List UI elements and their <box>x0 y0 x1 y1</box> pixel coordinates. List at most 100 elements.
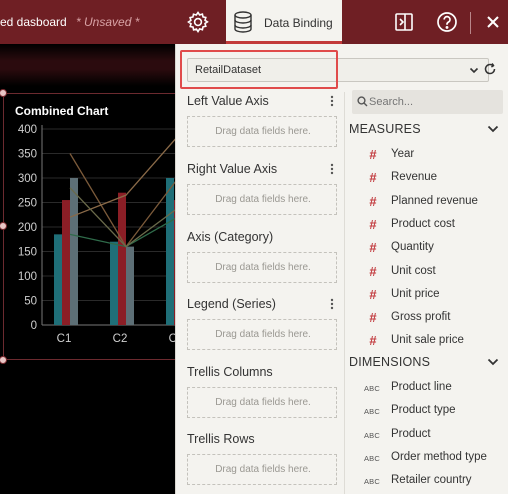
y-tick-label: 400 <box>18 124 37 136</box>
close-icon[interactable] <box>480 0 506 44</box>
y-tick-label: 350 <box>18 149 37 161</box>
search-input[interactable] <box>369 94 497 110</box>
chevron-down-icon <box>487 125 499 133</box>
dimension-field[interactable]: ABC Product type <box>352 403 502 421</box>
drop-zone-hint: Drag data fields here. <box>215 397 311 408</box>
x-tick-label: C2 <box>113 333 128 345</box>
y-tick-label: 0 <box>31 320 37 332</box>
dimension-icon: ABC <box>363 384 381 393</box>
dimension-icon: ABC <box>363 453 381 463</box>
binding-label: Left Value Axis <box>187 94 269 108</box>
measure-field[interactable]: # Unit cost <box>352 264 502 282</box>
dimensions-header[interactable]: DIMENSIONS <box>349 355 499 369</box>
bar <box>62 200 70 325</box>
database-icon <box>234 11 252 33</box>
dimension-field[interactable]: ABC Order method type <box>352 450 502 468</box>
field-name: Revenue <box>391 171 438 184</box>
unsaved-indicator: * Unsaved * <box>76 15 140 29</box>
measure-field[interactable]: # Quantity <box>352 240 502 258</box>
field-name: Year <box>391 148 415 160</box>
measure-icon: # <box>369 240 377 256</box>
bar <box>54 234 62 325</box>
measure-field[interactable]: # Unit price <box>352 287 502 305</box>
measure-icon: # <box>369 193 377 209</box>
measure-field[interactable]: # Product cost <box>352 217 502 235</box>
binding-legend-series: Legend (Series) Drag data fields here. <box>187 297 337 350</box>
dimension-icon: ABC <box>363 430 381 440</box>
measure-icon: # <box>369 310 377 326</box>
measure-field[interactable]: # Revenue <box>352 170 502 188</box>
drop-zone-hint: Drag data fields here. <box>215 329 311 340</box>
dimension-icon: ABC <box>363 407 381 417</box>
measure-icon: # <box>369 216 377 232</box>
help-icon[interactable] <box>432 0 462 44</box>
field-name: Quantity <box>391 241 434 254</box>
field-name: Product type <box>391 404 456 417</box>
settings-gear-icon[interactable] <box>180 0 216 44</box>
dimension-field[interactable]: ABC Product line <box>352 380 502 398</box>
field-name: Unit price <box>391 287 440 300</box>
drop-zone[interactable]: Drag data fields here. <box>187 454 337 485</box>
tab-data-binding[interactable]: Data Binding <box>226 0 342 44</box>
data-binding-panel: RetailDataset Left Value Axis Drag data … <box>175 44 508 494</box>
dataset-highlight-box <box>180 50 338 89</box>
y-tick-label: 250 <box>18 198 37 210</box>
tab-data-binding-label: Data Binding <box>264 16 333 30</box>
dimension-field[interactable]: ABC Retailer country <box>352 473 502 491</box>
drop-zone-hint: Drag data fields here. <box>215 194 311 205</box>
combined-chart: 400350300250200150100500C1C2C3 <box>18 124 180 345</box>
measures-title: MEASURES <box>349 122 421 136</box>
field-name: Product <box>391 427 431 440</box>
drop-zone-hint: Drag data fields here. <box>215 262 311 273</box>
refresh-icon[interactable] <box>483 62 497 76</box>
field-name: Gross profit <box>391 311 451 324</box>
measures-header[interactable]: MEASURES <box>349 122 499 136</box>
drop-zone[interactable]: Drag data fields here. <box>187 116 337 147</box>
binding-right-value-axis: Right Value Axis Drag data fields here. <box>187 162 337 215</box>
field-name: Unit cost <box>391 264 436 277</box>
measure-field[interactable]: # Unit sale price <box>352 333 502 351</box>
bar <box>118 192 126 325</box>
field-name: Retailer country <box>391 474 472 487</box>
binding-label: Trellis Rows <box>187 432 255 446</box>
canvas-band <box>0 44 180 86</box>
toolbar-divider <box>470 12 471 34</box>
measure-field[interactable]: # Year <box>352 147 502 165</box>
bar <box>110 241 118 325</box>
dashboard-title[interactable]: ed dasboard <box>0 15 67 29</box>
measure-icon: # <box>369 286 377 302</box>
binding-label: Trellis Columns <box>187 365 273 379</box>
field-search[interactable] <box>352 90 503 114</box>
x-tick-label: C1 <box>57 333 72 345</box>
measure-icon: # <box>369 263 377 279</box>
drop-zone[interactable]: Drag data fields here. <box>187 319 337 350</box>
binding-trellis-columns: Trellis Columns Drag data fields here. <box>187 365 337 418</box>
measure-field[interactable]: # Planned revenue <box>352 194 502 212</box>
measure-icon: # <box>369 147 377 162</box>
bar <box>166 178 174 325</box>
y-tick-label: 300 <box>18 173 37 185</box>
field-name: Product line <box>391 381 452 393</box>
drop-zone[interactable]: Drag data fields here. <box>187 252 337 283</box>
chevron-down-icon <box>469 67 479 74</box>
drop-zone-hint: Drag data fields here. <box>215 464 311 475</box>
more-options-icon[interactable] <box>327 297 337 313</box>
measure-icon: # <box>369 333 377 349</box>
measure-icon: # <box>369 170 377 186</box>
more-options-icon[interactable] <box>327 94 337 110</box>
binding-trellis-rows: Trellis Rows Drag data fields here. <box>187 432 337 485</box>
binding-axis-category: Axis (Category) Drag data fields here. <box>187 230 337 283</box>
drop-zone-hint: Drag data fields here. <box>215 126 311 137</box>
y-tick-label: 200 <box>18 222 37 234</box>
dimension-icon: ABC <box>363 477 381 487</box>
more-options-icon[interactable] <box>327 162 337 178</box>
side-panel-toggle-icon[interactable] <box>390 0 418 44</box>
y-tick-label: 100 <box>18 271 37 283</box>
field-name: Order method type <box>391 450 487 463</box>
measure-field[interactable]: # Gross profit <box>352 310 502 328</box>
dimension-field[interactable]: ABC Product <box>352 427 502 445</box>
drop-zone[interactable]: Drag data fields here. <box>187 387 337 418</box>
drop-zone[interactable]: Drag data fields here. <box>187 184 337 215</box>
y-tick-label: 150 <box>18 247 37 259</box>
binding-left-value-axis: Left Value Axis Drag data fields here. <box>187 94 337 147</box>
